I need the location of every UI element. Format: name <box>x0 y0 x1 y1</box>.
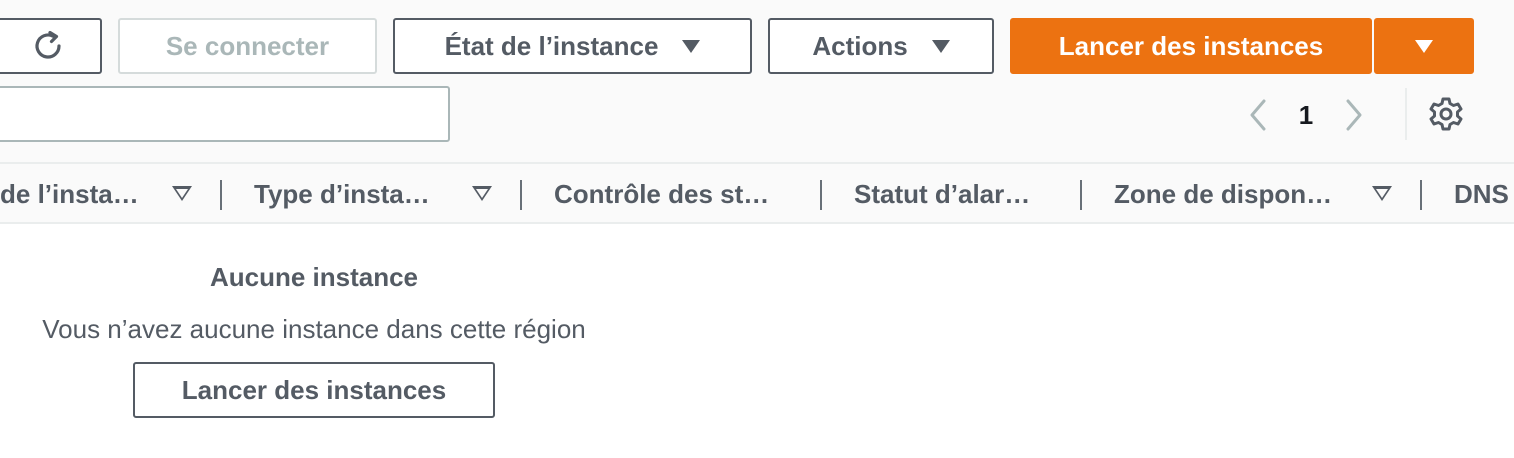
refresh-button[interactable] <box>0 18 102 74</box>
column-header-availability-zone[interactable]: Zone de dispon… <box>1114 164 1332 224</box>
search-input[interactable] <box>0 86 450 142</box>
column-header-alarm-status[interactable]: Statut d’alar… <box>854 164 1030 224</box>
column-header-instance-type[interactable]: Type d’insta… <box>254 164 430 224</box>
pagination: 1 <box>1238 90 1374 140</box>
refresh-icon <box>31 29 65 63</box>
empty-state-description: Vous n’avez aucune instance dans cette r… <box>42 314 586 344</box>
table-header: de l’insta… Type d’insta… Contrôle des s… <box>0 162 1514 224</box>
sort-caret-icon[interactable] <box>172 186 192 201</box>
pager-divider <box>1405 88 1407 140</box>
connect-button[interactable]: Se connecter <box>118 18 377 74</box>
actions-label: Actions <box>812 30 908 61</box>
connect-button-label: Se connecter <box>165 30 330 61</box>
gear-icon[interactable] <box>1428 96 1464 132</box>
chevron-right-icon[interactable] <box>1334 98 1374 132</box>
column-divider[interactable] <box>1420 180 1422 210</box>
caret-down-icon <box>682 39 701 53</box>
caret-down-icon <box>931 39 950 53</box>
empty-state-title: Aucune instance <box>209 262 419 292</box>
column-divider[interactable] <box>820 180 822 210</box>
launch-instances-label: Lancer des instances <box>1058 30 1324 61</box>
caret-down-icon <box>1415 39 1433 53</box>
instance-state-dropdown[interactable]: État de l’instance <box>393 18 752 74</box>
empty-state-launch-button[interactable]: Lancer des instances <box>133 362 495 418</box>
column-divider[interactable] <box>520 180 522 210</box>
sort-caret-icon[interactable] <box>472 186 492 201</box>
column-header-dns[interactable]: DNS <box>1454 164 1509 224</box>
current-page[interactable]: 1 <box>1278 100 1334 131</box>
column-header-instance-state[interactable]: de l’insta… <box>0 164 139 224</box>
instance-state-label: État de l’instance <box>444 30 659 61</box>
launch-options-dropdown[interactable] <box>1374 18 1474 74</box>
empty-state-launch-label: Lancer des instances <box>181 374 447 405</box>
sort-caret-icon[interactable] <box>1372 186 1392 201</box>
column-header-status-check[interactable]: Contrôle des st… <box>554 164 769 224</box>
column-divider[interactable] <box>220 180 222 210</box>
actions-dropdown[interactable]: Actions <box>768 18 994 74</box>
chevron-left-icon[interactable] <box>1238 98 1278 132</box>
launch-instances-button[interactable]: Lancer des instances <box>1010 18 1372 74</box>
column-divider[interactable] <box>1080 180 1082 210</box>
